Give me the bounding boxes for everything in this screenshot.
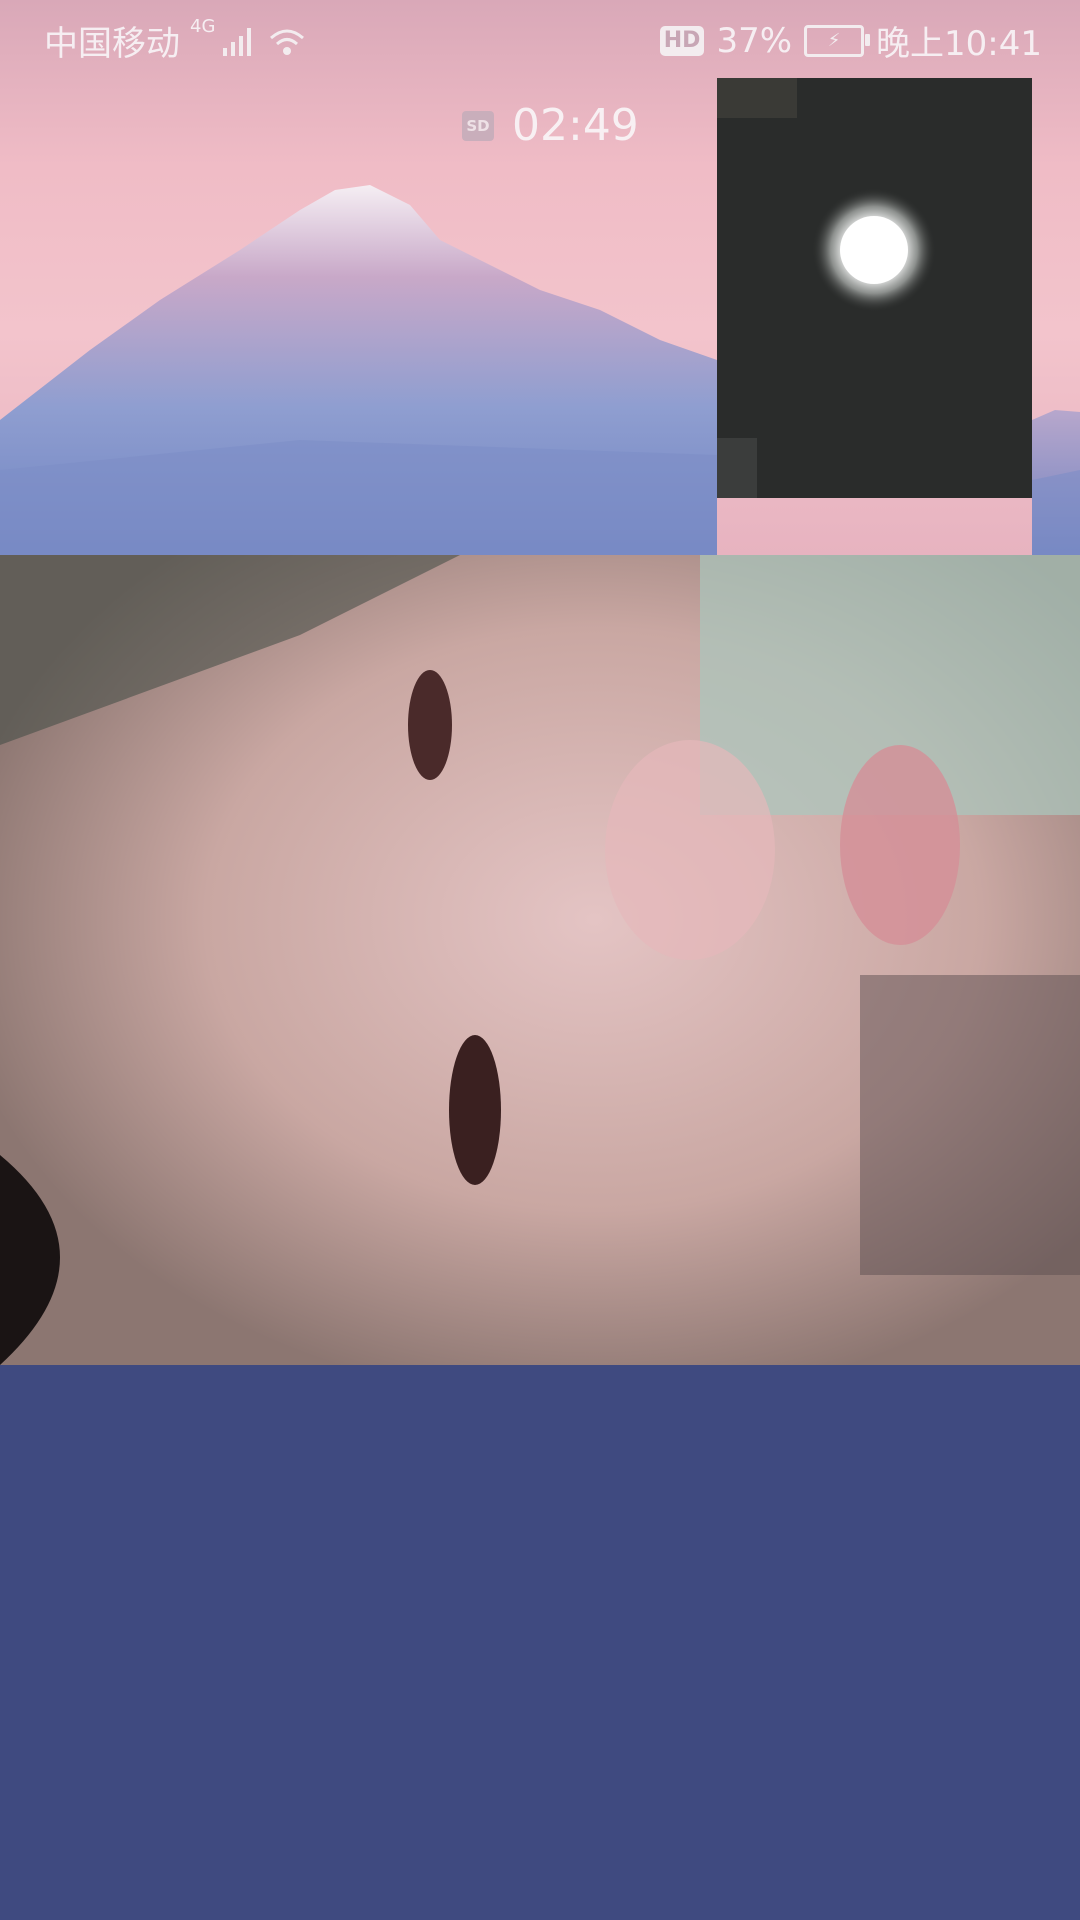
status-bar: 中国移动 4G HD 37% ⚡ 晚上10:41 [0,0,1080,74]
call-timer: SD 02:49 [462,100,639,151]
local-video-preview[interactable] [717,78,1032,498]
video-quality-badge: SD [462,110,494,141]
local-video-frame [717,78,1032,498]
signal-icon [223,27,252,56]
remote-video-feed[interactable] [0,555,1080,1365]
wifi-icon [270,29,305,55]
battery-charging-icon: ⚡ [804,24,871,57]
call-controls-area [0,1365,1080,1920]
carrier-label: 中国移动 [44,24,180,64]
call-duration: 02:49 [512,100,639,151]
status-right: HD 37% ⚡ 晚上10:41 [659,16,1042,65]
network-type-label: 4G [190,16,216,37]
remote-video-frame [0,555,1080,1365]
status-left: 中国移动 4G [44,16,307,65]
clock-label: 晚上10:41 [876,24,1042,64]
battery-percent-label: 37% [716,20,793,61]
hd-voice-badge: HD [659,25,705,56]
